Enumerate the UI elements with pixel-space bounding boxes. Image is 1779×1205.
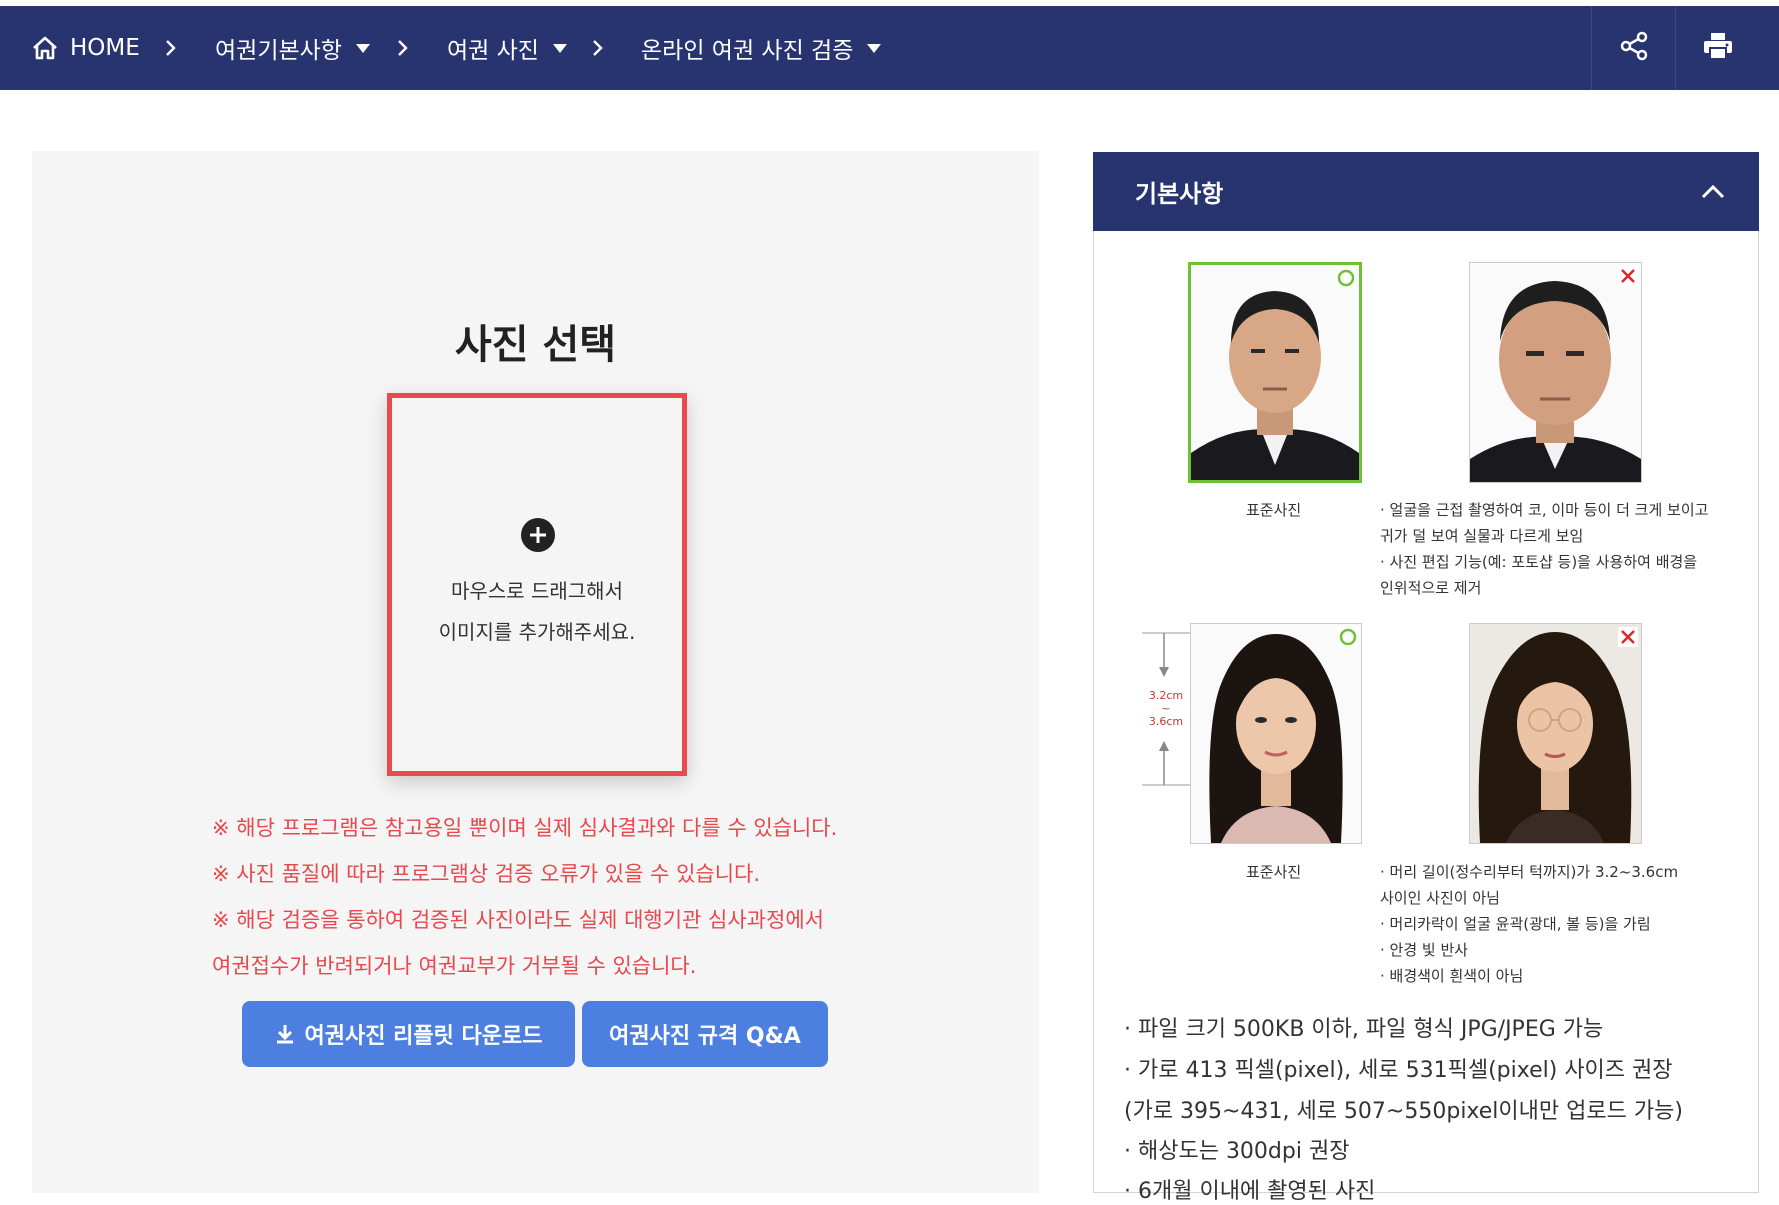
bad-note: 귀가 덜 보여 실물과 다르게 보임 (1380, 527, 1584, 545)
notice-3: ※ 해당 검증을 통하여 검증된 사진이라도 실제 대행기관 심사과정에서 (212, 908, 824, 932)
caret-down-icon (867, 43, 882, 53)
drop-line-2: 이미지를 추가해주세요. (438, 620, 636, 644)
notice-2: ※ 사진 품질에 따라 프로그램상 검증 오류가 있을 수 있습니다. (212, 862, 761, 886)
crumb-label: 여권기본사항 (215, 38, 342, 64)
breadcrumb-passport-photo[interactable]: 여권 사진 (447, 6, 567, 90)
download-icon (275, 1023, 305, 1045)
breadcrumb-home[interactable]: HOME (32, 6, 140, 90)
photo-dropzone[interactable]: 마우스로 드래그해서 이미지를 추가해주세요. (387, 393, 687, 776)
bad-note: · 머리 길이(정수리부터 턱까지)가 3.2~3.6cm (1380, 863, 1679, 881)
crumb-label: 여권 사진 (447, 38, 539, 64)
bad-note: · 배경색이 흰색이 아님 (1380, 967, 1524, 985)
example-photo-bad-woman (1469, 623, 1642, 844)
measure-bottom: 3.6cm (1148, 715, 1184, 728)
notice-1: ※ 해당 프로그램은 참고용일 뿐이며 실제 심사결과와 다를 수 있습니다. (212, 816, 838, 840)
print-icon (1703, 32, 1733, 64)
home-icon (32, 36, 58, 60)
caption-standard-1: 표준사진 (1246, 501, 1302, 519)
info-pixel-size: · 가로 413 픽셀(pixel), 세로 531픽셀(pixel) 사이즈 … (1124, 1058, 1673, 1083)
measure-mid: ~ (1161, 702, 1171, 715)
caret-down-icon (355, 43, 370, 53)
bad-note: · 안경 빛 반사 (1380, 941, 1469, 959)
info-pixel-range: (가로 395~431, 세로 507~550pixel이내만 업로드 가능) (1124, 1099, 1683, 1124)
home-label: HOME (70, 35, 140, 61)
caption-standard-2: 표준사진 (1246, 863, 1302, 881)
drop-line-1: 마우스로 드래그해서 (451, 579, 623, 603)
example-photo-standard-woman (1190, 623, 1362, 844)
download-label: 여권사진 리플릿 다운로드 (304, 1024, 543, 1049)
bad-cross-icon (1618, 627, 1638, 651)
example-photo-bad-man (1469, 262, 1642, 483)
crumb-label: 온라인 여권 사진 검증 (641, 38, 854, 64)
breadcrumb-online-photo-check[interactable]: 온라인 여권 사진 검증 (641, 6, 882, 90)
info-file-size: · 파일 크기 500KB 이하, 파일 형식 JPG/JPEG 가능 (1124, 1017, 1604, 1042)
qa-label: 여권사진 규격 Q&A (609, 1024, 801, 1049)
upload-title: 사진 선택 (454, 322, 617, 368)
bad-notes-2: · 머리 길이(정수리부터 턱까지)가 3.2~3.6cm 사이인 사진이 아님… (1380, 859, 1678, 989)
share-icon (1619, 31, 1649, 65)
download-leaflet-button[interactable]: 여권사진 리플릿 다운로드 (242, 1001, 575, 1067)
notice-4: 여권접수가 반려되거나 여권교부가 거부될 수 있습니다. (212, 954, 697, 978)
breadcrumb-passport-basics[interactable]: 여권기본사항 (215, 6, 370, 90)
share-button[interactable] (1591, 6, 1676, 90)
photo-upload-panel: 사진 선택 마우스로 드래그해서 이미지를 추가해주세요. ※ 해당 프로그램은… (32, 151, 1039, 1193)
chevron-right-icon (591, 6, 605, 90)
dropzone-instructions: 마우스로 드래그해서 이미지를 추가해주세요. (392, 571, 682, 653)
basics-panel-title: 기본사항 (1135, 180, 1224, 208)
chevron-right-icon (164, 6, 178, 90)
bad-notes-1: · 얼굴을 근접 촬영하여 코, 이마 등이 더 크게 보이고 귀가 덜 보여 … (1380, 497, 1708, 601)
chevron-right-icon (396, 6, 410, 90)
head-length-guide: 3.2cm ~ 3.6cm (1142, 625, 1192, 795)
bad-cross-icon (1618, 266, 1638, 290)
bad-note: · 사진 편집 기능(예: 포토샵 등)을 사용하여 배경을 (1380, 553, 1698, 571)
breadcrumb-nav: HOME 여권기본사항 여권 사진 온라인 여권 사진 검증 (0, 6, 1779, 90)
caret-down-icon (552, 43, 567, 53)
bad-note: · 머리카락이 얼굴 윤곽(광대, 볼 등)을 가림 (1380, 915, 1651, 933)
good-check-icon (1338, 627, 1358, 651)
add-circle-icon (520, 517, 556, 553)
good-check-icon (1336, 268, 1356, 292)
measure-top: 3.2cm (1148, 689, 1184, 702)
info-dpi: · 해상도는 300dpi 권장 (1124, 1139, 1350, 1164)
bad-note: · 얼굴을 근접 촬영하여 코, 이마 등이 더 크게 보이고 (1380, 501, 1709, 519)
bad-note: 인위적으로 제거 (1380, 579, 1482, 597)
bad-note: 사이인 사진이 아님 (1380, 889, 1500, 907)
photo-spec-qa-button[interactable]: 여권사진 규격 Q&A (582, 1001, 828, 1067)
example-photo-standard-man (1188, 262, 1362, 483)
basics-panel-header[interactable]: 기본사항 (1093, 152, 1759, 231)
info-recent: · 6개월 이내에 촬영된 사진 (1124, 1179, 1376, 1204)
chevron-up-icon[interactable] (1697, 176, 1729, 208)
print-button[interactable] (1675, 6, 1760, 90)
